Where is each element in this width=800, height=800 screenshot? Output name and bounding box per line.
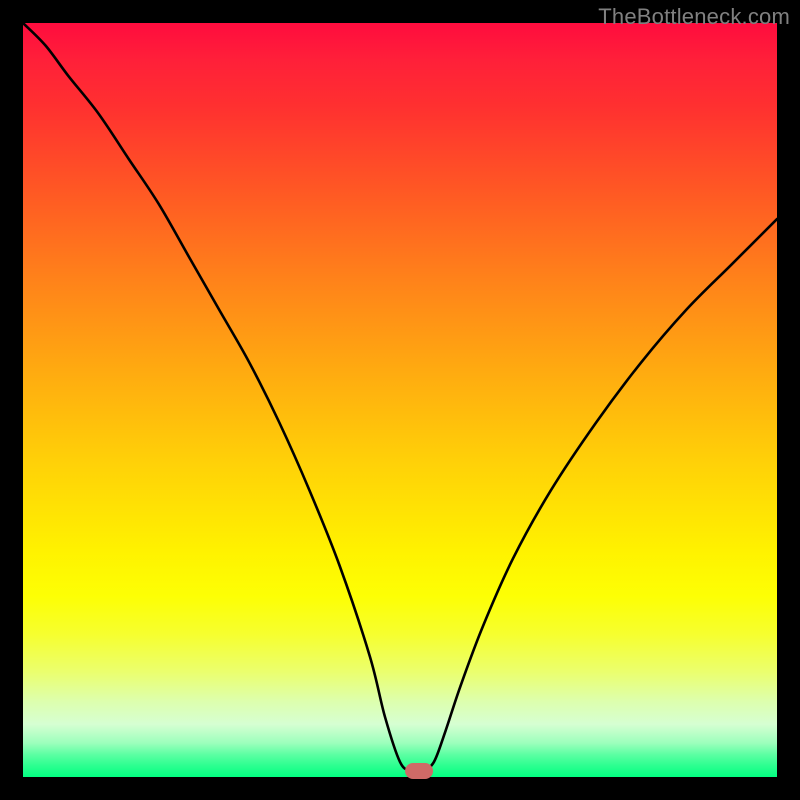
bottleneck-curve [23,23,777,772]
curve-layer [23,23,777,777]
chart-frame: TheBottleneck.com [0,0,800,800]
watermark-text: TheBottleneck.com [598,4,790,30]
plot-area [23,23,777,777]
optimum-marker [405,763,433,779]
